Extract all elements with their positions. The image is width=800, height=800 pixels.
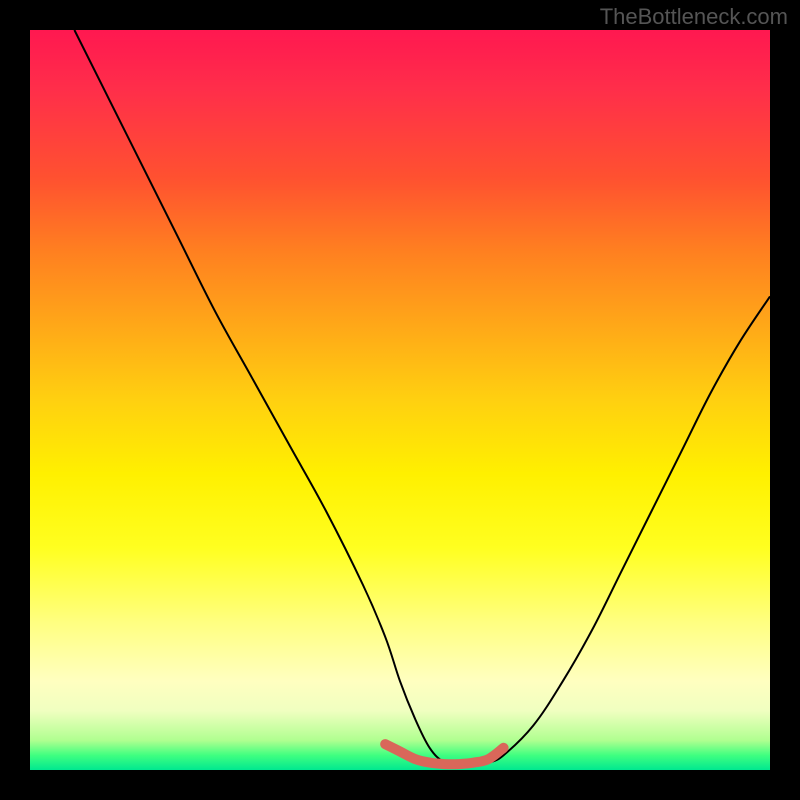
main-curve-line — [74, 30, 770, 767]
watermark-text: TheBottleneck.com — [600, 4, 788, 30]
highlight-curve-line — [385, 744, 503, 764]
chart-plot-area — [30, 30, 770, 770]
chart-svg — [30, 30, 770, 770]
